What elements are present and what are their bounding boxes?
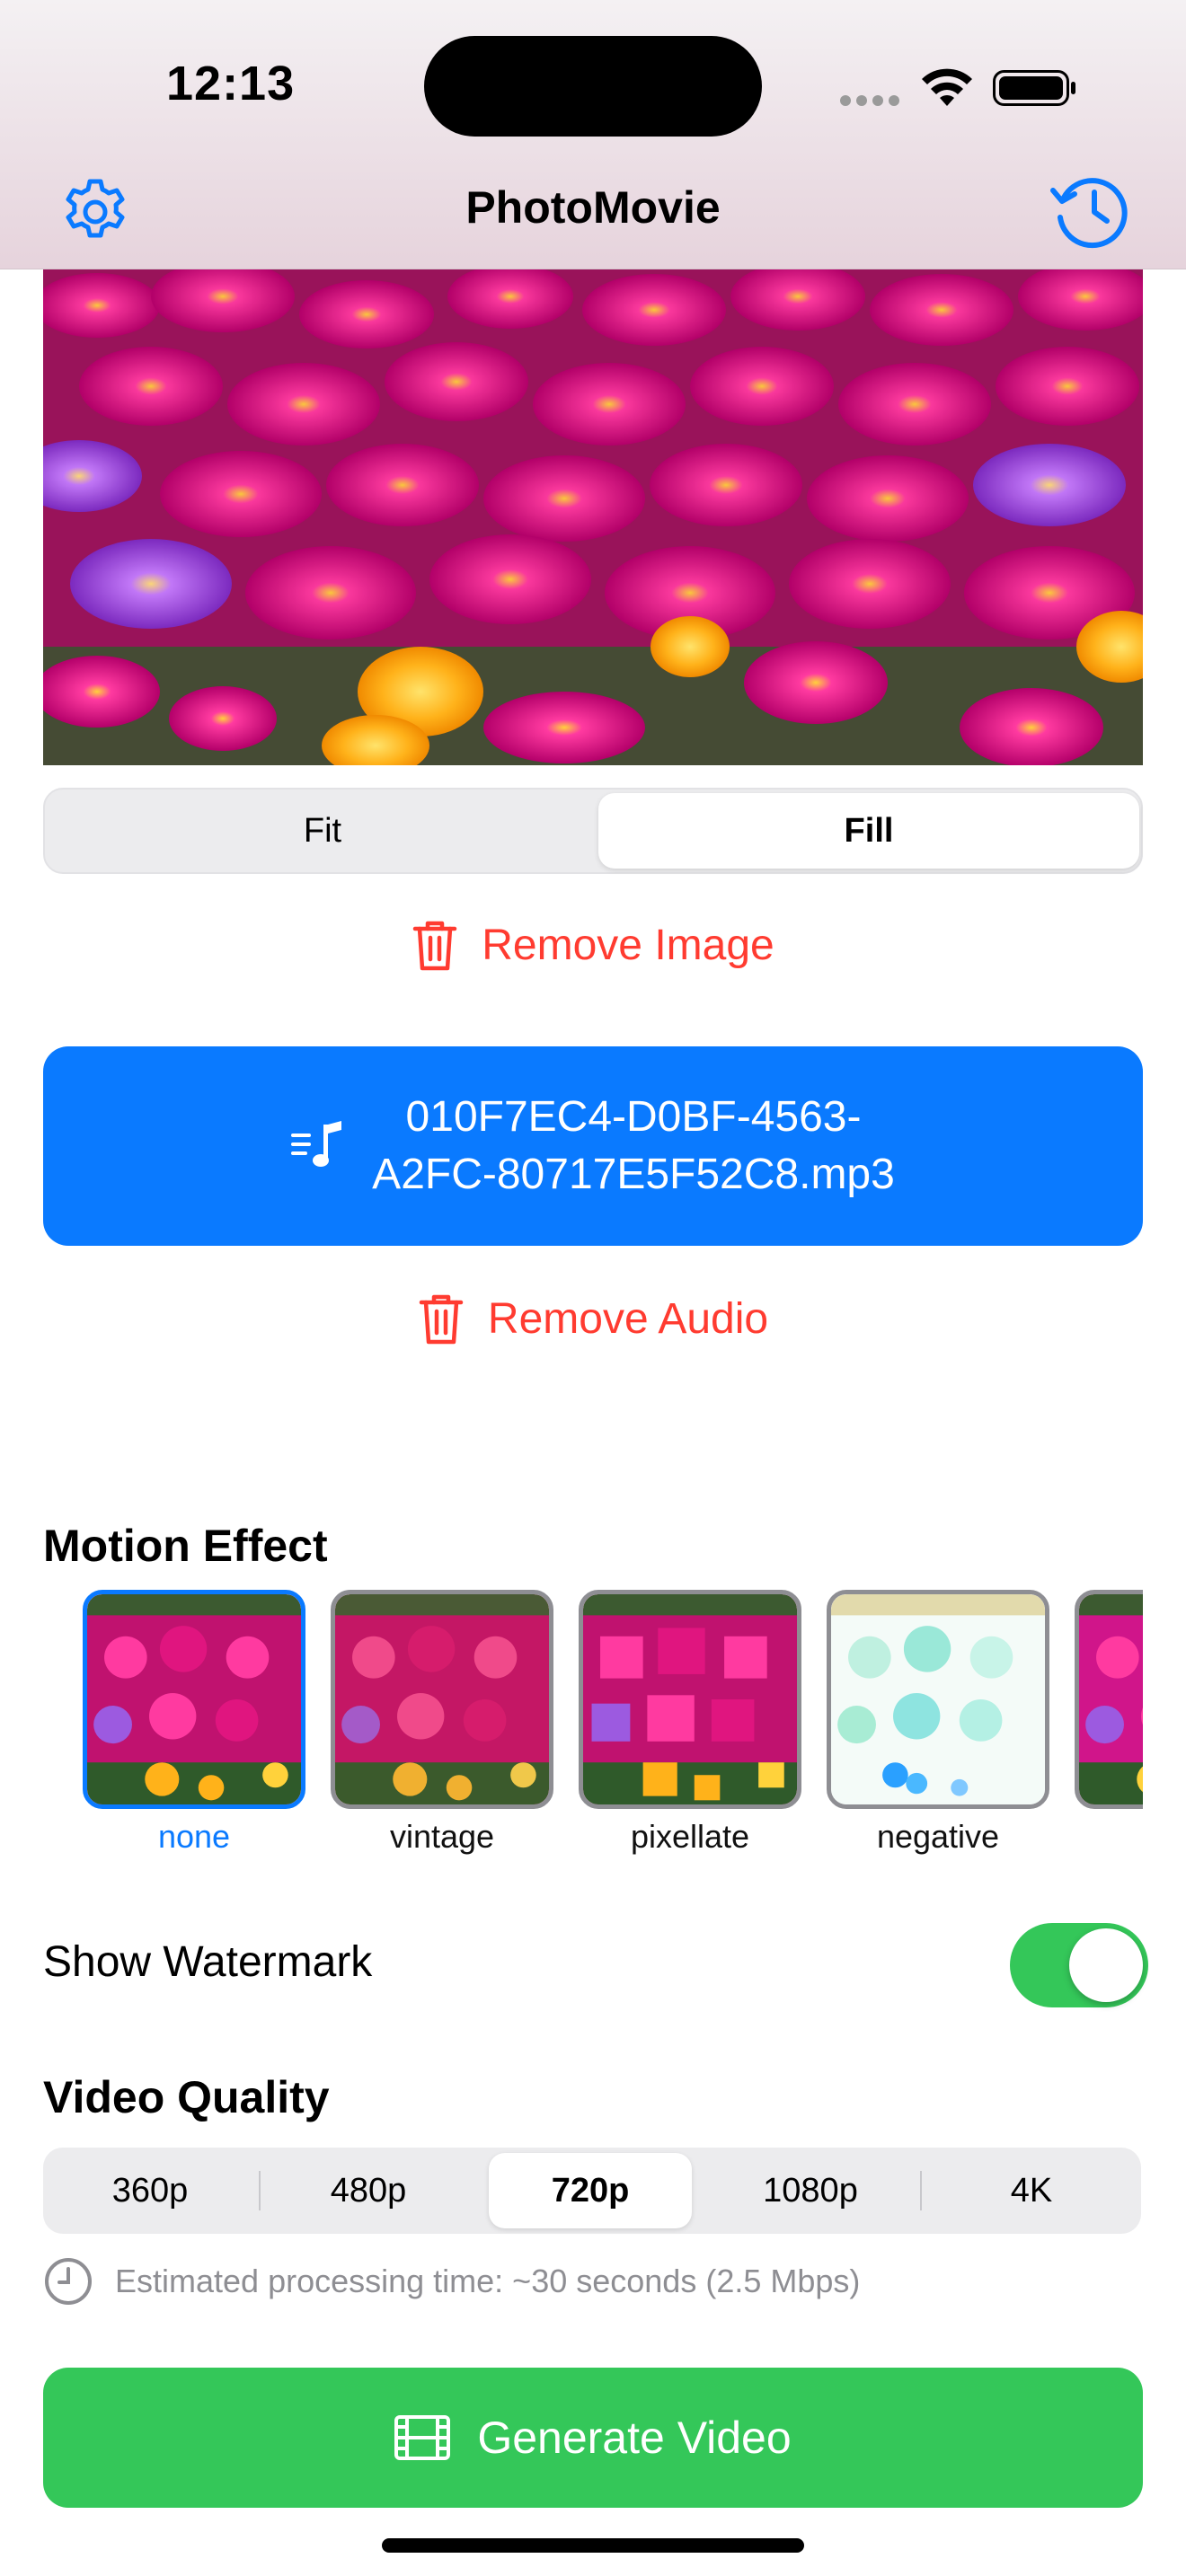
home-indicator xyxy=(382,2538,804,2553)
effect-thumbnail xyxy=(827,1590,1049,1809)
effect-negative[interactable]: negative xyxy=(827,1590,1049,1856)
effect-thumbnail xyxy=(1075,1590,1143,1809)
dynamic-island xyxy=(424,36,762,137)
nav-title: PhotoMovie xyxy=(465,182,721,233)
fit-option[interactable]: Fit xyxy=(49,793,597,869)
remove-image-label: Remove Image xyxy=(482,921,774,969)
show-watermark-label: Show Watermark xyxy=(43,1938,373,1986)
history-button[interactable] xyxy=(1048,171,1130,250)
audio-file-button[interactable]: 010F7EC4-D0BF-4563- A2FC-80717E5F52C8.mp… xyxy=(43,1046,1143,1246)
motion-effect-title: Motion Effect xyxy=(43,1521,328,1571)
wifi-icon xyxy=(922,68,972,106)
clock-icon xyxy=(45,2258,92,2305)
video-quality-title: Video Quality xyxy=(43,2072,330,2122)
cellular-dots-icon xyxy=(840,95,901,108)
selected-photo xyxy=(43,269,1143,765)
effects-carousel[interactable]: none vintage pixellate negative xyxy=(43,1590,1143,1868)
effect-ex[interactable]: ex xyxy=(1075,1590,1143,1856)
processing-estimate: Estimated processing time: ~30 seconds (… xyxy=(43,2256,860,2307)
remove-audio-label: Remove Audio xyxy=(487,1294,769,1343)
effect-thumbnail xyxy=(331,1590,553,1809)
effect-none[interactable]: none xyxy=(83,1590,305,1856)
quality-option-480p[interactable]: 480p xyxy=(266,2153,471,2228)
quality-option-1080p[interactable]: 1080p xyxy=(706,2153,915,2228)
audio-file-name: 010F7EC4-D0BF-4563- A2FC-80717E5F52C8.mp… xyxy=(372,1093,895,1198)
effect-thumbnail xyxy=(83,1590,305,1809)
top-bar: 12:13 PhotoMovie xyxy=(0,0,1186,269)
segment-divider xyxy=(920,2171,922,2210)
estimate-text: Estimated processing time: ~30 seconds (… xyxy=(115,2263,861,2299)
quality-option-4k[interactable]: 4K xyxy=(927,2153,1136,2228)
effect-label: vintage xyxy=(389,1818,495,1855)
film-icon xyxy=(394,2415,451,2460)
effect-label: negative xyxy=(876,1818,1000,1855)
video-quality-segmented-control: 360p 480p 720p 1080p 4K xyxy=(43,2148,1141,2234)
trash-icon xyxy=(413,921,457,971)
effect-label: pixellate xyxy=(630,1818,750,1855)
generate-video-label: Generate Video xyxy=(477,2413,792,2463)
music-list-icon xyxy=(291,1121,342,1167)
effect-label: ex xyxy=(1075,1818,1143,1856)
quality-option-720p[interactable]: 720p xyxy=(489,2153,692,2228)
fill-option[interactable]: Fill xyxy=(598,793,1139,869)
fit-fill-segmented-control: Fit Fill xyxy=(43,788,1143,874)
effect-label: none xyxy=(157,1818,231,1855)
status-time: 12:13 xyxy=(166,57,296,110)
toggle-knob xyxy=(1069,1928,1143,2002)
effect-thumbnail xyxy=(579,1590,801,1809)
effect-vintage[interactable]: vintage xyxy=(331,1590,553,1856)
quality-option-360p[interactable]: 360p xyxy=(49,2153,252,2228)
generate-video-button[interactable]: Generate Video xyxy=(43,2368,1143,2508)
effect-pixellate[interactable]: pixellate xyxy=(579,1590,801,1856)
watermark-toggle[interactable] xyxy=(1010,1923,1148,2007)
remove-image-button[interactable]: Remove Image xyxy=(0,916,1186,974)
segment-divider xyxy=(259,2171,261,2210)
remove-audio-button[interactable]: Remove Audio xyxy=(0,1290,1186,1347)
battery-icon xyxy=(993,70,1075,106)
trash-icon xyxy=(419,1294,464,1345)
